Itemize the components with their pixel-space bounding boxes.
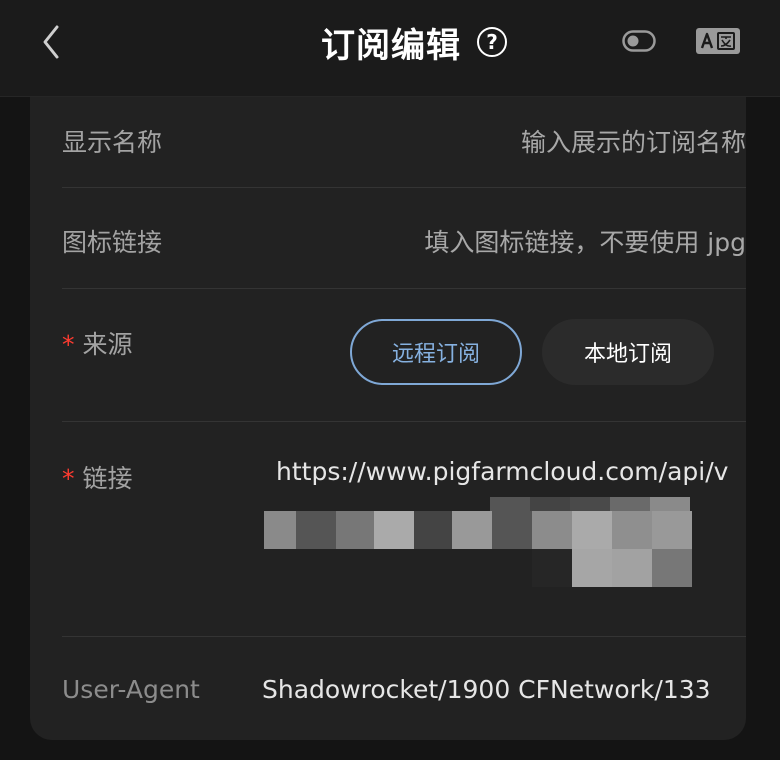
page-title: 订阅编辑 (321, 25, 461, 66)
required-mark: * (62, 464, 75, 493)
translate-icon (696, 28, 740, 54)
icon-link-row: 图标链接 填入图标链接，不要使用 jpg (62, 188, 746, 288)
user-agent-row: User-Agent Shadowrocket/1900 CFNetwork/1… (62, 637, 746, 740)
icon-link-label: 图标链接 (62, 228, 163, 257)
translate-button[interactable] (696, 28, 740, 54)
required-mark: * (62, 330, 75, 359)
top-bar: 订阅编辑 ? (0, 0, 780, 97)
display-name-label: 显示名称 (62, 128, 163, 157)
display-name-input[interactable]: 输入展示的订阅名称 (521, 123, 746, 159)
user-agent-label: User-Agent (62, 675, 200, 704)
link-label: * 链接 (62, 459, 133, 495)
chevron-left-icon (43, 25, 59, 59)
source-label: * 来源 (62, 325, 133, 361)
help-button[interactable]: ? (477, 27, 507, 57)
source-label-text: 来源 (82, 330, 133, 359)
icon-link-input[interactable]: 填入图标链接，不要使用 jpg (424, 223, 746, 259)
question-circle-icon: ? (486, 30, 498, 54)
user-agent-input[interactable]: Shadowrocket/1900 CFNetwork/133 (262, 675, 711, 704)
source-local-option[interactable]: 本地订阅 (542, 319, 714, 385)
title-group: 订阅编辑 ? (0, 20, 780, 66)
subscription-form: 显示名称 输入展示的订阅名称 图标链接 填入图标链接，不要使用 jpg * 来源 … (30, 97, 746, 740)
display-name-row: 显示名称 输入展示的订阅名称 (62, 97, 746, 187)
link-label-text: 链接 (82, 464, 133, 493)
back-button[interactable] (34, 22, 68, 62)
toggle-icon (622, 30, 656, 52)
source-remote-option[interactable]: 远程订阅 (350, 319, 522, 385)
toggle-button[interactable] (622, 30, 656, 52)
link-input[interactable]: https://www.pigfarmcloud.com/api/v (276, 457, 728, 486)
redacted-link-block (264, 497, 692, 589)
